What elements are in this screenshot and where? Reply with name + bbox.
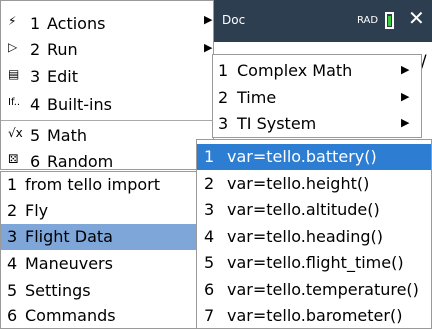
tello-item-import[interactable]: 1 from tello import — [1, 172, 197, 198]
if-icon: If.. — [8, 97, 21, 108]
chevron-right-icon: ▶ — [401, 90, 410, 103]
tello-item-flight-data[interactable]: 3 Flight Data — [1, 224, 197, 250]
doc-tab-label[interactable]: Doc — [222, 13, 245, 27]
menu-item-actions[interactable]: ⚡ 1 Actions — [1, 11, 213, 37]
tello-item-fly[interactable]: 2 Fly — [1, 198, 197, 224]
math-submenu: 1 Complex Math ▶ 2 Time ▶ 3 TI System ▶ — [212, 54, 422, 138]
menu-separator — [1, 120, 213, 121]
flight-item-barometer[interactable]: 7 var=tello.barometer() — [197, 303, 431, 329]
flight-item-flight-time[interactable]: 5 var=tello.flight_time() — [197, 250, 431, 276]
menu-item-math[interactable]: √x 5 Math — [1, 123, 213, 149]
main-menu: ⚡ 1 Actions ▷ 2 Run ▤ 3 Edit If.. 4 Buil… — [0, 0, 214, 171]
chevron-right-icon: ▶ — [204, 13, 213, 26]
flight-item-heading[interactable]: 4 var=tello.heading() — [197, 224, 431, 250]
tello-item-settings[interactable]: 5 Settings — [1, 278, 197, 304]
flight-item-battery[interactable]: 1 var=tello.battery() — [197, 144, 431, 170]
angle-mode-label: RAD — [357, 15, 379, 26]
lightning-icon: ⚡ — [8, 14, 17, 28]
submenu-item-ti-system[interactable]: 3 TI System ▶ — [213, 111, 421, 137]
chevron-right-icon: ▶ — [204, 41, 213, 54]
menu-item-edit[interactable]: ▤ 3 Edit — [1, 64, 213, 90]
battery-icon — [385, 12, 394, 29]
menu-item-run[interactable]: ▷ 2 Run — [1, 37, 213, 63]
flight-data-menu: 1 var=tello.battery() 2 var=tello.height… — [196, 139, 432, 329]
edit-icon: ▤ — [8, 67, 20, 81]
tello-menu: 1 from tello import 2 Fly 3 Flight Data … — [0, 171, 198, 329]
chevron-right-icon: ▶ — [401, 63, 410, 76]
dice-icon: ⚄ — [8, 152, 19, 166]
close-icon[interactable]: ✕ — [408, 6, 425, 30]
flight-item-altitude[interactable]: 3 var=tello.altitude() — [197, 197, 431, 223]
title-bar: Doc RAD ✕ — [212, 0, 432, 42]
submenu-item-time[interactable]: 2 Time ▶ — [213, 85, 421, 111]
flight-item-height[interactable]: 2 var=tello.height() — [197, 171, 431, 197]
tello-item-commands[interactable]: 6 Commands — [1, 303, 197, 329]
play-triangle-icon: ▷ — [8, 40, 18, 54]
submenu-item-complex-math[interactable]: 1 Complex Math ▶ — [213, 58, 421, 84]
sqrt-icon: √x — [8, 126, 23, 140]
tello-item-maneuvers[interactable]: 4 Maneuvers — [1, 251, 197, 277]
menu-item-built-ins[interactable]: If.. 4 Built-ins — [1, 92, 213, 118]
chevron-right-icon: ▶ — [401, 116, 410, 129]
flight-item-temperature[interactable]: 6 var=tello.temperature() — [197, 277, 431, 303]
